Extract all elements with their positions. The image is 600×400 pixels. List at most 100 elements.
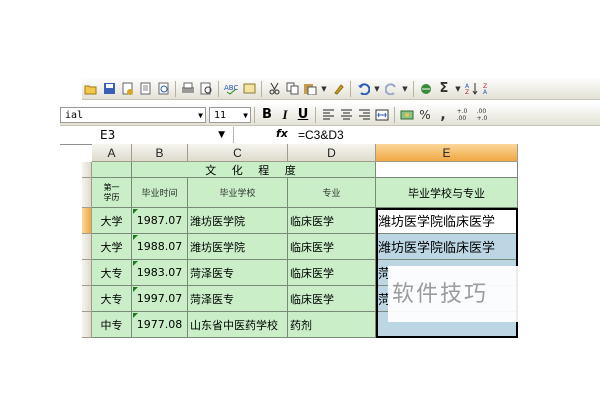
- row-header[interactable]: [82, 234, 92, 260]
- cut-icon[interactable]: [266, 81, 282, 97]
- hyperlink-icon[interactable]: [418, 81, 434, 97]
- cell-e1[interactable]: [376, 162, 518, 178]
- table-cell[interactable]: 大专: [92, 260, 132, 286]
- formatting-toolbar: ial ▼ 11 ▼ B I U % , +.0 .00 .00 +.0: [60, 104, 600, 126]
- font-size-value: 11: [214, 109, 227, 121]
- error-indicator-icon: [133, 261, 138, 266]
- undo-icon[interactable]: [355, 81, 371, 97]
- selected-cell-e3[interactable]: 潍坊医学院临床医学: [376, 208, 518, 234]
- paste-icon[interactable]: [302, 81, 318, 97]
- header-cell-c[interactable]: 毕业学校: [188, 178, 288, 208]
- table-cell[interactable]: 菏泽医专: [188, 260, 288, 286]
- table-cell[interactable]: 1997.07: [132, 286, 188, 312]
- row-header[interactable]: [82, 162, 92, 178]
- italic-button[interactable]: I: [277, 107, 293, 123]
- chevron-down-icon: ▼: [198, 110, 203, 120]
- excel-window: ABC ▼ ▼ ▼ Σ ▼ AZ ZA ial ▼ 11 ▼ B I U % ,…: [0, 0, 600, 400]
- row-header[interactable]: [82, 286, 92, 312]
- chevron-down-icon: ▼: [243, 110, 248, 120]
- svg-text:ABC: ABC: [224, 84, 238, 92]
- table-cell[interactable]: 潍坊医学院: [188, 234, 288, 260]
- column-header-e[interactable]: E: [376, 144, 518, 162]
- table-cell[interactable]: 临床医学: [288, 208, 376, 234]
- table-cell[interactable]: 大专: [92, 286, 132, 312]
- sort-ascending-icon[interactable]: AZ: [464, 81, 480, 97]
- row-header[interactable]: [82, 178, 92, 208]
- currency-icon[interactable]: [399, 107, 415, 123]
- comma-button[interactable]: ,: [435, 107, 451, 123]
- redo-icon[interactable]: [383, 81, 399, 97]
- table-cell[interactable]: 大学: [92, 208, 132, 234]
- table-cell[interactable]: 1988.07: [132, 234, 188, 260]
- cell-value: 1988.07: [136, 240, 183, 253]
- copy-icon[interactable]: [284, 81, 300, 97]
- name-box[interactable]: E3 ▼: [96, 127, 234, 143]
- table-cell[interactable]: 药剂: [288, 312, 376, 338]
- autosum-icon[interactable]: Σ: [436, 81, 452, 97]
- chevron-down-icon[interactable]: ▼: [454, 81, 462, 97]
- table-cell[interactable]: 中专: [92, 312, 132, 338]
- table-cell[interactable]: 1987.07: [132, 208, 188, 234]
- decrease-decimal-button[interactable]: .00 +.0: [473, 107, 491, 123]
- toolbar-separator: [413, 80, 414, 97]
- table-cell[interactable]: 1983.07: [132, 260, 188, 286]
- research-icon[interactable]: [198, 81, 214, 97]
- header-cell-a[interactable]: 第一 学历: [92, 178, 132, 208]
- bold-button[interactable]: B: [259, 107, 275, 123]
- table-cell[interactable]: 临床医学: [288, 286, 376, 312]
- header-cell-b[interactable]: 毕业时间: [132, 178, 188, 208]
- table-cell[interactable]: 1977.08: [132, 312, 188, 338]
- formula-input[interactable]: =C3&D3: [298, 127, 344, 143]
- toolbar-separator: [394, 106, 395, 123]
- research-book-icon[interactable]: [241, 81, 257, 97]
- print-preview-icon[interactable]: [155, 81, 171, 97]
- table-cell[interactable]: 菏泽医专: [188, 286, 288, 312]
- font-size-select[interactable]: 11 ▼: [209, 106, 251, 123]
- column-header-c[interactable]: C: [188, 144, 288, 162]
- table-cell[interactable]: 潍坊医学院临床医学: [376, 234, 518, 260]
- cell-value: 1987.07: [136, 214, 183, 227]
- header-cell-e[interactable]: 毕业学校与专业: [376, 178, 518, 208]
- printer-icon[interactable]: [180, 81, 196, 97]
- chevron-down-icon: ▼: [218, 130, 225, 140]
- increase-decimal-button[interactable]: +.0 .00: [453, 107, 471, 123]
- insert-function-icon[interactable]: fx: [276, 127, 288, 140]
- spelling-icon[interactable]: ABC: [223, 81, 239, 97]
- row-header[interactable]: [82, 312, 92, 338]
- table-cell[interactable]: 潍坊医学院: [188, 208, 288, 234]
- sort-descending-icon[interactable]: ZA: [482, 81, 498, 97]
- cell-a1[interactable]: [92, 162, 132, 178]
- error-indicator-icon: [133, 209, 138, 214]
- column-header-d[interactable]: D: [288, 144, 376, 162]
- print-icon[interactable]: [137, 81, 153, 97]
- open-icon[interactable]: [83, 81, 99, 97]
- align-left-icon[interactable]: [320, 107, 336, 123]
- toolbar-separator: [350, 80, 351, 97]
- format-painter-icon[interactable]: [330, 81, 346, 97]
- row-header[interactable]: [82, 260, 92, 286]
- save-icon[interactable]: [101, 81, 117, 97]
- column-header-a[interactable]: A: [92, 144, 132, 162]
- table-cell[interactable]: 山东省中医药学校: [188, 312, 288, 338]
- header-cell-d[interactable]: 专业: [288, 178, 376, 208]
- formula-bar: E3 ▼ fx =C3&D3: [60, 126, 600, 145]
- align-right-icon[interactable]: [356, 107, 372, 123]
- chevron-down-icon[interactable]: ▼: [401, 81, 409, 97]
- table-cell[interactable]: 临床医学: [288, 260, 376, 286]
- merge-center-icon[interactable]: [374, 107, 390, 123]
- cell-value: 1983.07: [136, 266, 183, 279]
- underline-button[interactable]: U: [295, 107, 311, 123]
- align-center-icon[interactable]: [338, 107, 354, 123]
- chevron-down-icon[interactable]: ▼: [373, 81, 381, 97]
- column-header-b[interactable]: B: [132, 144, 188, 162]
- font-name-select[interactable]: ial ▼: [60, 106, 206, 123]
- name-box-value: E3: [100, 128, 116, 142]
- row-header[interactable]: [82, 208, 92, 234]
- title-cell[interactable]: 文 化 程 度: [132, 162, 376, 178]
- chevron-down-icon[interactable]: ▼: [320, 81, 328, 97]
- font-name-value: ial: [65, 109, 84, 121]
- table-cell[interactable]: 大学: [92, 234, 132, 260]
- permission-icon[interactable]: [119, 81, 135, 97]
- table-cell[interactable]: 临床医学: [288, 234, 376, 260]
- percent-button[interactable]: %: [417, 107, 433, 123]
